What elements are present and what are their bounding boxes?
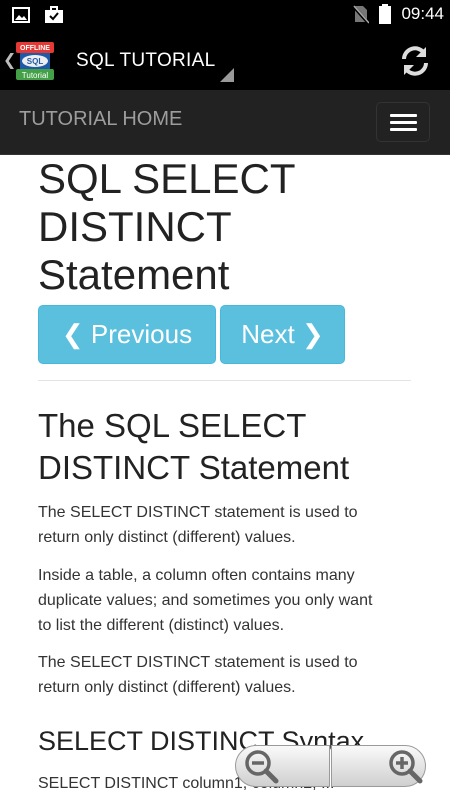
tutorial-home-link[interactable]: TUTORIAL HOME xyxy=(19,108,182,131)
page-title-line: DISTINCT xyxy=(38,203,232,250)
action-bar: ❮ OFFLINE SQL Tutorial SQL TUTORIAL xyxy=(0,32,450,91)
paragraph-1: The SELECT DISTINCT statement is used to… xyxy=(38,500,418,550)
menu-toggle-button[interactable] xyxy=(376,102,430,142)
zoom-out-button[interactable] xyxy=(235,745,330,787)
app-title[interactable]: SQL TUTORIAL xyxy=(76,50,215,72)
no-sim-icon xyxy=(353,5,370,24)
image-icon xyxy=(12,7,30,23)
section-heading-line: DISTINCT Statement xyxy=(38,449,350,486)
zoom-controls xyxy=(235,745,426,787)
hamburger-icon-bar xyxy=(390,114,417,117)
briefcase-icon xyxy=(45,6,63,23)
zoom-in-button[interactable] xyxy=(331,745,426,787)
next-button[interactable]: Next ❯ xyxy=(220,305,345,364)
paragraph-2: Inside a table, a column often contains … xyxy=(38,563,418,638)
hamburger-icon-bar xyxy=(390,121,417,124)
text-line: return only distinct (different) values. xyxy=(38,529,296,546)
dropdown-triangle-icon[interactable] xyxy=(220,68,234,82)
previous-button[interactable]: ❮ Previous xyxy=(38,305,216,364)
pager: ❮ Previous Next ❯ xyxy=(38,305,345,364)
refresh-icon[interactable] xyxy=(398,44,432,78)
page-title-line: SQL SELECT xyxy=(38,155,296,202)
text-line: Inside a table, a column often contains … xyxy=(38,567,355,584)
text-line: return only distinct (different) values. xyxy=(38,679,296,696)
page-title-line: Statement xyxy=(38,251,230,298)
text-line: The SELECT DISTINCT statement is used to xyxy=(38,504,358,521)
section-heading-line: The SQL SELECT xyxy=(38,407,307,444)
divider xyxy=(38,380,411,381)
zoom-out-icon xyxy=(245,750,279,784)
text-line: The SELECT DISTINCT statement is used to xyxy=(38,654,358,671)
text-line: duplicate values; and sometimes you only… xyxy=(38,592,373,609)
page-title: SQL SELECT DISTINCT Statement xyxy=(38,155,418,299)
zoom-in-icon xyxy=(389,750,423,784)
section-heading: The SQL SELECT DISTINCT Statement xyxy=(38,405,418,489)
status-bar: 09:44 xyxy=(0,0,450,32)
svg-text:SQL: SQL xyxy=(27,57,44,66)
hamburger-icon-bar xyxy=(390,128,417,131)
battery-icon xyxy=(379,4,392,24)
svg-text:OFFLINE: OFFLINE xyxy=(20,45,50,52)
text-line: to list the different (distinct) values. xyxy=(38,617,285,634)
svg-text:Tutorial: Tutorial xyxy=(22,71,49,80)
paragraph-3: The SELECT DISTINCT statement is used to… xyxy=(38,650,418,700)
status-time: 09:44 xyxy=(401,4,444,23)
app-logo[interactable]: OFFLINE SQL Tutorial xyxy=(14,41,56,81)
